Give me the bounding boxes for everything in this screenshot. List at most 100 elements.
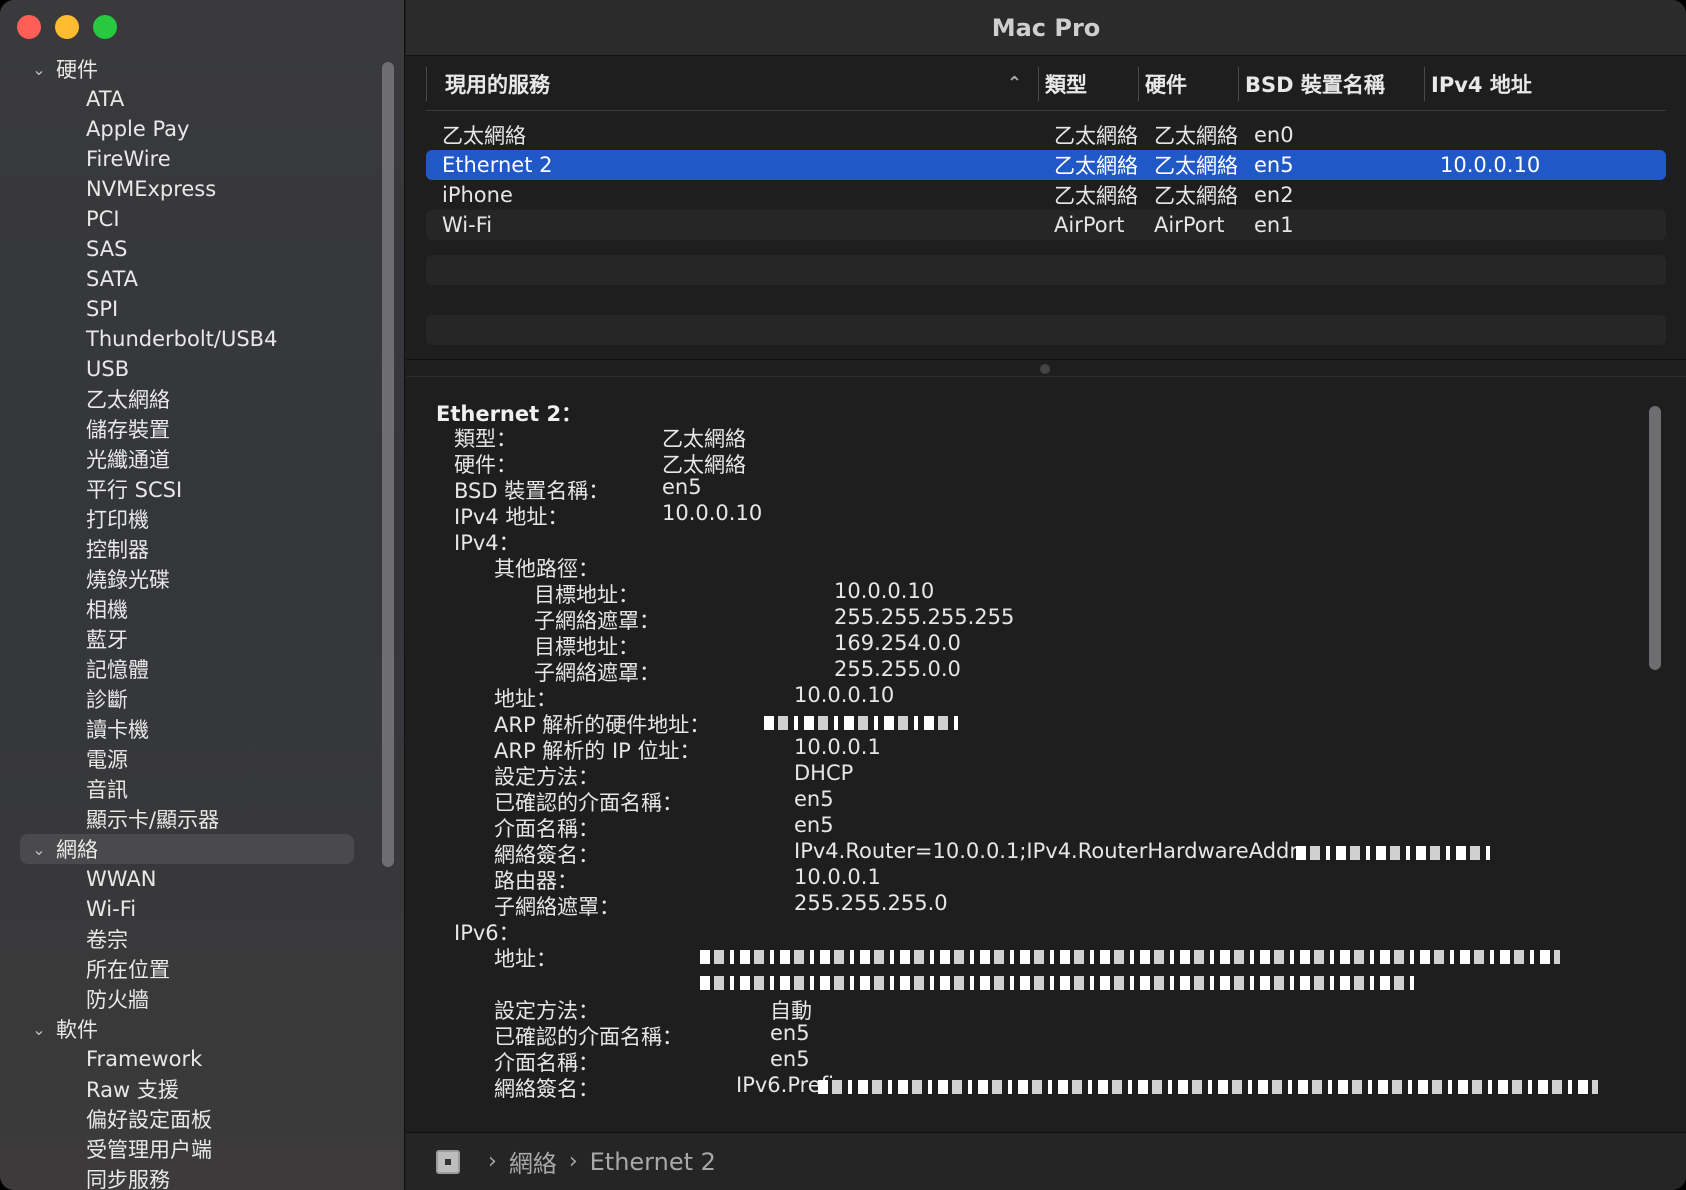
sidebar-item[interactable]: SAS — [0, 234, 380, 264]
sidebar-item[interactable]: 打印機 — [0, 504, 380, 534]
detail-value: 10.0.0.10 — [794, 683, 895, 707]
table-header: 現用的服務 ⌃ 類型 硬件 BSD 裝置名稱 IPv4 地址 — [426, 57, 1666, 111]
window-title: Mac Pro — [991, 13, 1101, 42]
table-cell: iPhone — [442, 183, 513, 207]
redacted-value — [764, 716, 960, 730]
sidebar-item[interactable]: 同步服務 — [0, 1164, 380, 1190]
column-header[interactable]: IPv4 地址 — [1424, 66, 1580, 101]
sidebar-item[interactable]: PCI — [0, 204, 380, 234]
path-bar: › 網絡 › Ethernet 2 — [406, 1132, 1686, 1190]
table-cell: 乙太網絡 — [1054, 124, 1138, 148]
table-cell: 10.0.0.10 — [1440, 153, 1541, 177]
table-cell: Wi-Fi — [442, 213, 493, 237]
detail-value: en5 — [662, 475, 702, 499]
detail-pane: Ethernet 2： 類型： 乙太網絡 硬件： 乙太網絡 BSD 裝置名稱： en5 IP… — [406, 378, 1686, 1133]
detail-value: IPv4.Router=10.0.0.1;IPv4.RouterHardware… — [794, 839, 1350, 863]
table-row[interactable]: Wi-Fi AirPort AirPort en1 — [426, 210, 1666, 240]
sidebar-item[interactable]: 讀卡機 — [0, 714, 380, 744]
sidebar-item[interactable]: Apple Pay — [0, 114, 380, 144]
sidebar-group-2[interactable]: ⌄ 軟件 — [0, 1014, 380, 1044]
sidebar-item[interactable]: 受管理用户端 — [0, 1134, 380, 1164]
detail-value: 255.255.0.0 — [834, 657, 961, 681]
sidebar-scrollbar[interactable] — [382, 62, 394, 867]
table-cell: en1 — [1254, 213, 1294, 237]
chevron-down-icon[interactable]: ⌄ — [26, 1020, 52, 1039]
sidebar-item[interactable]: ATA — [0, 84, 380, 114]
sidebar-item[interactable]: Thunderbolt/USB4 — [0, 324, 380, 354]
detail-scrollbar[interactable] — [1646, 400, 1664, 1120]
table-body: 乙太網絡 乙太網絡 乙太網絡 en0 Ethernet 2 乙太網絡 乙太網絡 en5 10.0… — [426, 120, 1666, 240]
sidebar-item[interactable]: NVMExpress — [0, 174, 380, 204]
detail-value: 10.0.0.1 — [794, 865, 881, 889]
sidebar-item[interactable]: 電源 — [0, 744, 380, 774]
sidebar-item[interactable]: Wi-Fi — [0, 894, 380, 924]
column-header[interactable]: BSD 裝置名稱 — [1238, 66, 1424, 101]
detail-key: 地址： — [494, 947, 557, 971]
column-header[interactable]: 現用的服務 ⌃ — [426, 66, 1038, 101]
sidebar-item[interactable]: 相機 — [0, 594, 380, 624]
column-header[interactable]: 硬件 — [1138, 66, 1238, 101]
table-row[interactable]: Ethernet 2 乙太網絡 乙太網絡 en5 10.0.0.10 — [426, 150, 1666, 180]
sidebar-item[interactable]: 卷宗 — [0, 924, 380, 954]
detail-value: 10.0.0.10 — [834, 579, 935, 603]
zoom-button[interactable] — [93, 15, 117, 39]
sidebar-item[interactable]: 儲存裝置 — [0, 414, 380, 444]
chevron-right-icon: › — [568, 1149, 578, 1174]
chevron-down-icon[interactable]: ⌄ — [26, 840, 52, 859]
column-header-label: BSD 裝置名稱 — [1245, 72, 1385, 97]
sidebar-item[interactable]: 音訊 — [0, 774, 380, 804]
computer-icon[interactable] — [436, 1149, 460, 1174]
sidebar-item[interactable]: 防火牆 — [0, 984, 380, 1014]
column-header-label: IPv4 地址 — [1431, 72, 1532, 97]
detail-value: 10.0.0.10 — [662, 501, 763, 525]
system-information-window: ⌄ 硬件 ATA Apple Pay FireWire NVMExpress PCI SAS S… — [0, 0, 1686, 1190]
table-row[interactable]: 乙太網絡 乙太網絡 乙太網絡 en0 — [426, 120, 1666, 150]
sidebar-item[interactable]: 燒錄光碟 — [0, 564, 380, 594]
sidebar-item[interactable]: Raw 支援 — [0, 1074, 380, 1104]
table-cell: 乙太網絡 — [1054, 154, 1138, 178]
sidebar-group-0[interactable]: ⌄ 硬件 — [0, 54, 380, 84]
sidebar-item[interactable]: Framework — [0, 1044, 380, 1074]
minimize-button[interactable] — [55, 15, 79, 39]
split-view-divider[interactable] — [406, 359, 1686, 377]
sidebar-item[interactable]: 乙太網絡 — [0, 384, 380, 414]
redacted-value — [818, 1080, 1598, 1094]
detail-scroll-thumb[interactable] — [1649, 406, 1661, 670]
detail-value: 255.255.255.0 — [794, 891, 948, 915]
sort-ascending-icon[interactable]: ⌃ — [1007, 73, 1022, 94]
table-cell: 乙太網絡 — [1154, 154, 1238, 178]
sidebar-item[interactable]: 記憶體 — [0, 654, 380, 684]
path-crumb[interactable]: 網絡 — [509, 1144, 557, 1179]
detail-value: 10.0.0.1 — [794, 735, 881, 759]
sidebar-item[interactable]: WWAN — [0, 864, 380, 894]
sidebar-item[interactable]: 藍牙 — [0, 624, 380, 654]
sidebar-item[interactable]: 偏好設定面板 — [0, 1104, 380, 1134]
column-header-label: 硬件 — [1145, 72, 1187, 97]
sidebar-group-1[interactable]: ⌄ 網絡 — [20, 834, 354, 864]
sidebar-item[interactable]: 診斷 — [0, 684, 380, 714]
column-header[interactable]: 類型 — [1038, 66, 1138, 101]
sidebar-item[interactable]: 所在位置 — [0, 954, 380, 984]
table-row[interactable]: iPhone 乙太網絡 乙太網絡 en2 — [426, 180, 1666, 210]
divider-handle[interactable] — [1040, 364, 1050, 374]
sidebar-item[interactable]: USB — [0, 354, 380, 384]
detail-value: en5 — [770, 1021, 810, 1045]
sidebar-item[interactable]: 顯示卡/顯示器 — [0, 804, 380, 834]
sidebar-item[interactable]: SATA — [0, 264, 380, 294]
path-crumb[interactable]: Ethernet 2 — [590, 1148, 716, 1176]
sidebar-item[interactable]: 光纖通道 — [0, 444, 380, 474]
table-cell: en2 — [1254, 183, 1294, 207]
sidebar-item[interactable]: FireWire — [0, 144, 380, 174]
column-header-label: 現用的服務 — [445, 72, 550, 97]
services-table: 現用的服務 ⌃ 類型 硬件 BSD 裝置名稱 IPv4 地址 乙太網絡 乙太網絡 乙太網絡 en… — [406, 57, 1686, 359]
sidebar-item[interactable]: 平行 SCSI — [0, 474, 380, 504]
sidebar-item[interactable]: 控制器 — [0, 534, 380, 564]
sidebar-group-label: 軟件 — [56, 1018, 98, 1042]
table-cell: 乙太網絡 — [442, 124, 526, 148]
chevron-right-icon: › — [488, 1149, 497, 1174]
chevron-down-icon[interactable]: ⌄ — [26, 60, 52, 79]
sidebar-item[interactable]: SPI — [0, 294, 380, 324]
detail-value: en5 — [794, 813, 834, 837]
detail-value: en5 — [770, 1047, 810, 1071]
close-button[interactable] — [17, 15, 41, 39]
